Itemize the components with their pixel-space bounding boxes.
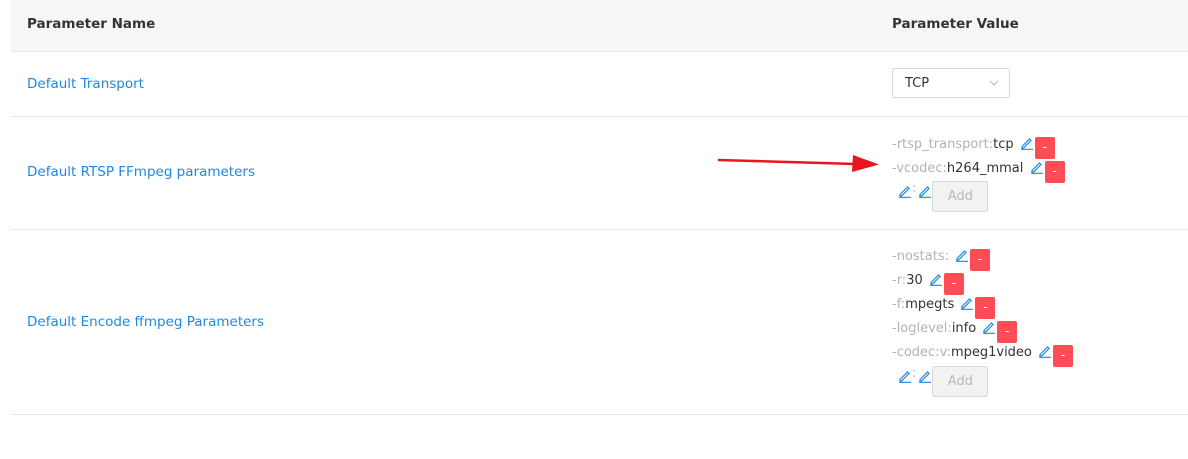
delete-button[interactable]: -: [1053, 345, 1074, 367]
pencil-icon[interactable]: [1020, 136, 1034, 150]
add-param-row: : Add: [896, 181, 989, 213]
param-key: -f:: [892, 297, 906, 312]
red-arrow-annotation: [717, 155, 879, 172]
param-key: -vcodec:: [892, 161, 947, 176]
delete-button[interactable]: -: [1044, 161, 1065, 183]
table-row: Default Transport TCP: [11, 52, 1188, 117]
pencil-icon[interactable]: [955, 248, 969, 262]
transport-select-value: TCP: [905, 76, 930, 91]
add-button[interactable]: Add: [932, 366, 989, 397]
pencil-icon[interactable]: [898, 369, 912, 383]
param-value: 30: [906, 273, 923, 288]
param-value: tcp: [993, 137, 1014, 152]
table-row: Default Encode ffmpeg Parameters -nostat…: [11, 230, 1188, 415]
delete-button[interactable]: -: [943, 273, 964, 295]
param-name-rtsp-ffmpeg[interactable]: Default RTSP FFmpeg parameters: [27, 164, 255, 180]
param-key: -nostats:: [892, 249, 949, 264]
param-key: -loglevel:: [892, 321, 952, 336]
table-row: Default RTSP FFmpeg parameters -rtsp_tra…: [11, 117, 1188, 230]
add-param-row: : Add: [896, 366, 989, 398]
pencil-icon[interactable]: [1038, 344, 1052, 358]
param-item: -loglevel:info -: [892, 319, 1018, 343]
pencil-icon[interactable]: [1030, 160, 1044, 174]
header-parameter-name: Parameter Name: [27, 16, 156, 32]
pencil-icon[interactable]: [898, 184, 912, 198]
param-value: mpegts: [905, 297, 955, 312]
delete-button[interactable]: -: [1034, 137, 1055, 159]
table-header: Parameter Name Parameter Value: [11, 0, 1188, 52]
param-name-encode-ffmpeg[interactable]: Default Encode ffmpeg Parameters: [27, 314, 264, 330]
pencil-icon[interactable]: [929, 272, 943, 286]
param-item: -vcodec:h264_mmal -: [892, 159, 1065, 183]
param-separator: :: [912, 181, 917, 196]
param-separator: :: [912, 366, 917, 381]
transport-select[interactable]: TCP: [892, 68, 1010, 98]
param-value: info: [951, 321, 977, 336]
add-button[interactable]: Add: [932, 181, 989, 212]
param-item: -nostats: -: [892, 247, 991, 271]
param-item: -f:mpegts -: [892, 295, 996, 319]
pencil-icon[interactable]: [982, 320, 996, 334]
delete-button[interactable]: -: [970, 249, 991, 271]
header-parameter-value: Parameter Value: [892, 16, 1019, 32]
pencil-icon[interactable]: [918, 184, 932, 198]
pencil-icon[interactable]: [918, 369, 932, 383]
param-value: h264_mmal: [946, 161, 1024, 176]
param-key: -r:: [892, 273, 907, 288]
param-item: -rtsp_transport:tcp -: [892, 135, 1055, 159]
delete-button[interactable]: -: [975, 297, 996, 319]
pencil-icon[interactable]: [960, 296, 974, 310]
param-item: -codec:v:mpeg1video -: [892, 343, 1074, 367]
param-value: mpeg1video: [950, 345, 1032, 360]
param-key: -rtsp_transport:: [892, 137, 994, 152]
param-name-default-transport[interactable]: Default Transport: [27, 76, 144, 92]
param-key: -codec:v:: [892, 345, 951, 360]
delete-button[interactable]: -: [997, 321, 1018, 343]
chevron-down-icon: [989, 80, 999, 86]
param-item: -r:30 -: [892, 271, 964, 295]
